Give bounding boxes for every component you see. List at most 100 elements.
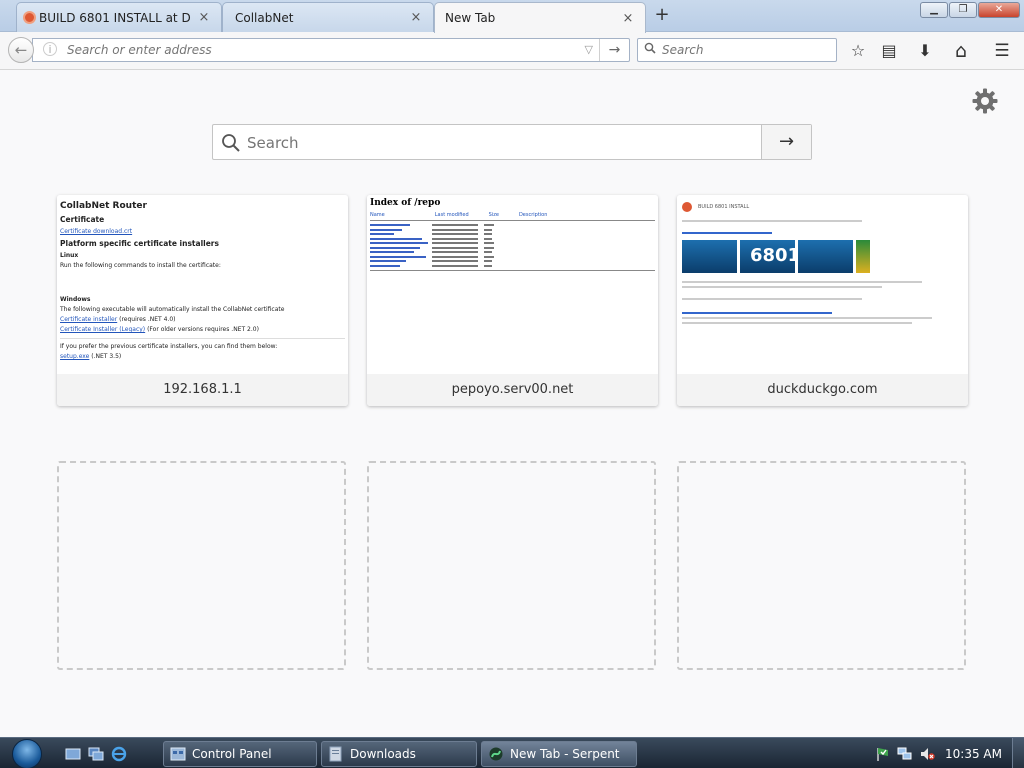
url-bar[interactable]: i ▽ → — [32, 38, 630, 62]
taskbar-item-label: Control Panel — [192, 747, 272, 761]
thumb-table-rows — [370, 223, 655, 268]
tab-title: BUILD 6801 INSTALL at DuckDuckGo — [39, 10, 191, 25]
tab-duckduckgo[interactable]: BUILD 6801 INSTALL at DuckDuckGo × — [16, 2, 222, 32]
thumb-text: The following executable will automatica… — [60, 306, 285, 313]
download-icon[interactable]: ⬇ — [914, 40, 936, 62]
home-icon[interactable]: ⌂ — [950, 40, 972, 62]
serpent-browser-icon — [489, 747, 503, 761]
window-controls: ▁ ❐ ✕ — [919, 2, 1020, 18]
tab-title: New Tab — [445, 11, 496, 25]
search-icon — [644, 42, 656, 54]
thumb-table-row — [370, 232, 655, 236]
thumb-heading: Certificate — [60, 215, 105, 224]
thumb-table-row — [370, 223, 655, 227]
new-tab-button[interactable]: + — [651, 6, 673, 26]
clock[interactable]: 10:35 AM — [945, 747, 1002, 761]
thumb-table-row — [370, 228, 655, 232]
newtab-search-input[interactable] — [247, 131, 747, 155]
thumb-title: CollabNet Router — [60, 201, 147, 211]
dropdown-arrow-icon[interactable]: ▽ — [585, 43, 593, 56]
taskbar-item-control-panel[interactable]: Control Panel — [163, 741, 317, 767]
switch-windows-icon[interactable] — [88, 746, 104, 762]
url-input[interactable] — [67, 41, 567, 59]
tab-collabnet[interactable]: CollabNet × — [222, 2, 434, 32]
tile-label: duckduckgo.com — [677, 374, 968, 406]
taskbar: Control Panel Downloads New Tab - Serpen… — [0, 737, 1024, 768]
control-panel-icon — [170, 747, 186, 761]
start-button[interactable] — [6, 738, 50, 768]
taskbar-item-new-tab-serpent[interactable]: New Tab - Serpent — [481, 741, 637, 767]
thumb-text: If you prefer the previous certificate i… — [60, 343, 278, 350]
newtab-search-box[interactable]: → — [212, 124, 812, 160]
reading-list-icon[interactable]: ▤ — [878, 40, 900, 62]
thumb-link: setup.exe — [60, 353, 90, 360]
close-window-button[interactable]: ✕ — [978, 2, 1020, 18]
navigation-toolbar: i ▽ → ← ☆ ▤ ⬇ ⌂ ☰ — [0, 32, 1024, 70]
thumb-link: Certificate download.crt — [60, 228, 133, 235]
tile-thumbnail: BUILD 6801 INSTALL 6801 — [677, 195, 968, 374]
empty-tile-slot[interactable] — [677, 461, 966, 670]
taskbar-item-downloads[interactable]: Downloads — [321, 741, 477, 767]
thumb-link: Certificate Installer (Legacy) — [60, 326, 146, 333]
empty-tile-slot[interactable] — [367, 461, 656, 670]
thumb-heading: Platform specific certificate installers — [60, 239, 219, 248]
internet-explorer-icon[interactable] — [111, 746, 127, 762]
show-desktop-button[interactable] — [1012, 738, 1024, 768]
close-tab-icon[interactable]: × — [621, 11, 635, 26]
tile-label: pepoyo.serv00.net — [367, 374, 658, 406]
thumb-table-row — [370, 250, 655, 254]
thumb-text: (.NET 3.5) — [91, 353, 122, 360]
search-go-button[interactable]: → — [761, 125, 811, 159]
info-icon[interactable]: i — [43, 42, 57, 56]
search-bar[interactable] — [637, 38, 837, 62]
search-icon — [222, 134, 240, 152]
top-site-tile[interactable]: CollabNet Router Certificate Certificate… — [57, 195, 348, 406]
close-tab-icon[interactable]: × — [197, 10, 211, 25]
thumb-heading: Linux — [60, 252, 79, 259]
thumb-table-row — [370, 255, 655, 259]
thumb-video-row: 6801 — [682, 240, 963, 273]
gear-icon[interactable] — [971, 87, 999, 115]
top-site-tile[interactable]: BUILD 6801 INSTALL 6801 duckduckgo.com — [677, 195, 968, 406]
show-desktop-icon[interactable] — [65, 746, 81, 762]
tab-title: CollabNet — [235, 10, 294, 25]
tab-new-tab[interactable]: New Tab × — [434, 2, 646, 33]
taskbar-item-label: New Tab - Serpent — [510, 747, 620, 761]
top-site-tile[interactable]: Index of /repo Name Last modified Size D… — [367, 195, 658, 406]
empty-tile-slot[interactable] — [57, 461, 346, 670]
tab-strip: BUILD 6801 INSTALL at DuckDuckGo × Colla… — [0, 0, 1024, 33]
go-arrow-icon[interactable]: → — [599, 39, 629, 61]
thumb-text: Run the following commands to install th… — [60, 262, 221, 269]
system-tray: 10:35 AM — [875, 738, 1024, 768]
windows-logo-icon — [12, 739, 42, 768]
thumb-text: (requires .NET 4.0) — [119, 316, 176, 323]
thumb-table-row — [370, 264, 655, 268]
action-center-flag-icon[interactable] — [875, 746, 891, 762]
bookmark-star-icon[interactable]: ☆ — [847, 40, 869, 62]
thumb-heading: Windows — [60, 296, 91, 303]
thumb-table-row — [370, 259, 655, 263]
thumb-title: Index of /repo — [370, 198, 441, 208]
tile-thumbnail: CollabNet Router Certificate Certificate… — [57, 195, 348, 374]
tile-thumbnail: Index of /repo Name Last modified Size D… — [367, 195, 658, 374]
taskbar-item-label: Downloads — [350, 747, 416, 761]
thumb-text: (For older versions requires .NET 2.0) — [147, 326, 259, 333]
back-button[interactable]: ← — [8, 37, 34, 63]
new-tab-page: → CollabNet Router Certificate Certifica… — [0, 71, 1024, 737]
folder-icon — [329, 746, 342, 762]
thumb-link: Certificate installer — [60, 316, 118, 323]
thumb-table-header: Name Last modified Size Description — [370, 212, 548, 218]
network-icon[interactable] — [897, 746, 913, 762]
maximize-button[interactable]: ❐ — [949, 2, 977, 18]
minimize-button[interactable]: ▁ — [920, 2, 948, 18]
duckduckgo-logo-icon — [682, 202, 692, 212]
tile-label: 192.168.1.1 — [57, 374, 348, 406]
volume-muted-icon[interactable] — [919, 746, 935, 762]
thumb-table-row — [370, 241, 655, 245]
close-tab-icon[interactable]: × — [409, 10, 423, 25]
thumb-table-row — [370, 237, 655, 241]
search-input[interactable] — [662, 41, 832, 59]
thumb-query: BUILD 6801 INSTALL — [698, 204, 750, 210]
menu-icon[interactable]: ☰ — [991, 40, 1013, 62]
thumb-table-row — [370, 246, 655, 250]
